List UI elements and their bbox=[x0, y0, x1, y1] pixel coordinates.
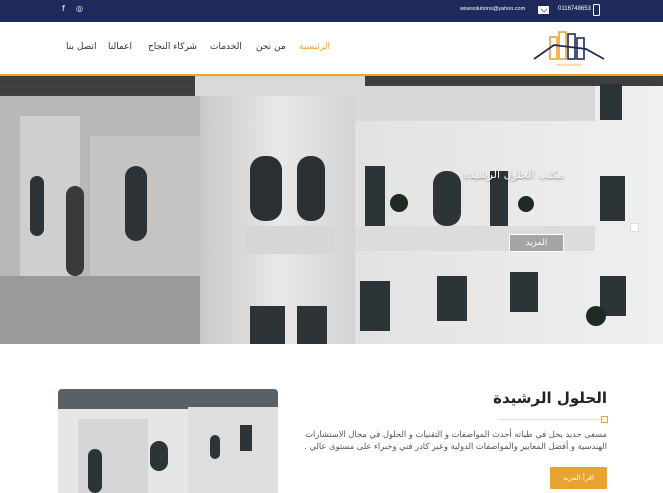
about-accent-icon bbox=[601, 416, 608, 423]
facebook-icon[interactable]: f bbox=[62, 4, 65, 13]
about-image bbox=[58, 389, 278, 493]
slider-dot[interactable] bbox=[630, 223, 639, 232]
logo-building-icon bbox=[533, 31, 605, 60]
phone-icon bbox=[593, 4, 600, 16]
site-header: wise solutions الرئيسية من نحن الخدمات ش… bbox=[0, 22, 663, 76]
about-divider bbox=[498, 419, 601, 420]
hero-slider: مكتب الحلول الرشيدة المزيد bbox=[0, 76, 663, 344]
contact-phone[interactable]: 0116748653 bbox=[558, 6, 591, 12]
nav-contact[interactable]: اتصل بنا bbox=[66, 42, 96, 52]
read-more-button[interactable]: اقرأ المزيد bbox=[550, 467, 607, 489]
nav-home[interactable]: الرئيسية bbox=[299, 42, 330, 52]
mail-icon bbox=[538, 6, 549, 14]
logo[interactable]: wise solutions bbox=[530, 29, 608, 71]
top-bar: f ◎ wisesolutions@yahoo.com 0116748653 bbox=[0, 0, 663, 22]
logo-text: wise solutions bbox=[556, 62, 582, 67]
nav-about[interactable]: من نحن bbox=[256, 42, 286, 52]
about-text: مسعى جديد يحل في طياته أحدث المواصفات و … bbox=[304, 429, 607, 451]
instagram-icon[interactable]: ◎ bbox=[76, 4, 83, 13]
nav-projects[interactable]: اعمالنا bbox=[108, 42, 132, 52]
contact-email[interactable]: wisesolutions@yahoo.com bbox=[460, 6, 525, 12]
nav-partners[interactable]: شركاء النجاح bbox=[148, 42, 197, 52]
hero-more-button[interactable]: المزيد bbox=[509, 234, 564, 252]
hero-background-image bbox=[0, 76, 663, 344]
hero-title: مكتب الحلول الرشيدة bbox=[463, 168, 564, 181]
about-title: الحلول الرشيدة bbox=[493, 389, 607, 407]
nav-services[interactable]: الخدمات bbox=[210, 42, 242, 52]
